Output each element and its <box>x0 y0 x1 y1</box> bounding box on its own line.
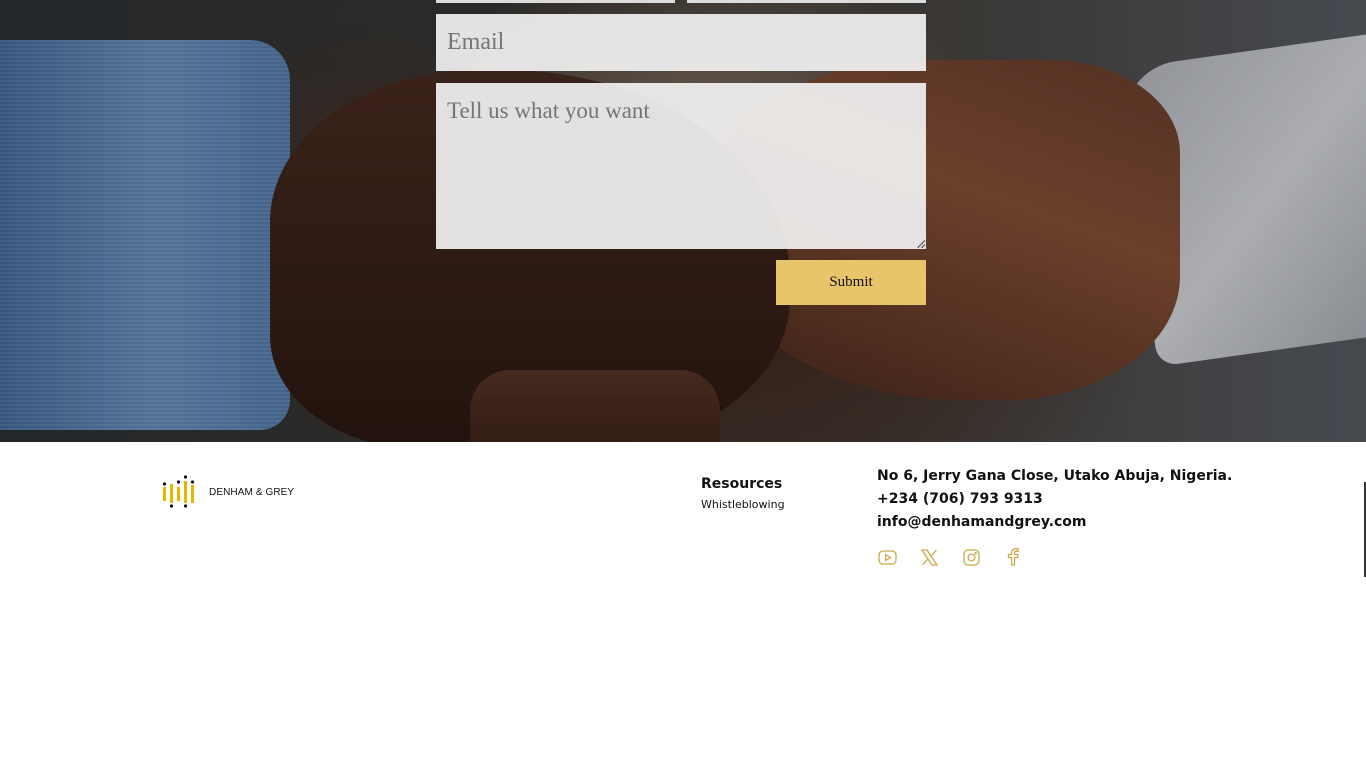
submit-button[interactable]: Submit <box>776 260 926 305</box>
contact-info: No 6, Jerry Gana Close, Utako Abuja, Nig… <box>877 465 1232 534</box>
footer: DENHAM & GREY Resources Whistleblowing N… <box>0 442 1366 768</box>
textarea-resize-handle[interactable] <box>917 240 925 248</box>
brand-logo[interactable]: DENHAM & GREY <box>162 475 294 509</box>
last-name-field[interactable] <box>687 0 926 3</box>
email-field[interactable] <box>436 14 926 71</box>
instagram-icon[interactable] <box>961 547 981 567</box>
facebook-icon[interactable] <box>1003 547 1023 567</box>
first-name-field[interactable] <box>436 0 675 3</box>
message-field[interactable] <box>436 83 926 249</box>
address-text: No 6, Jerry Gana Close, Utako Abuja, Nig… <box>877 468 1233 484</box>
email-text[interactable]: info@denhamandgrey.com <box>877 511 1232 534</box>
x-twitter-icon[interactable] <box>919 547 939 567</box>
brand-name: DENHAM & GREY <box>209 486 295 498</box>
resources-section: Resources Whistleblowing <box>701 476 785 511</box>
youtube-icon[interactable] <box>877 547 897 567</box>
phone-text[interactable]: +234 (706) 793 9313 <box>877 488 1232 511</box>
resources-heading: Resources <box>701 476 783 492</box>
contact-form: Submit <box>0 0 1366 442</box>
whistleblowing-link[interactable]: Whistleblowing <box>701 498 785 511</box>
logo-mark-icon <box>162 475 195 508</box>
social-links <box>877 547 1045 567</box>
